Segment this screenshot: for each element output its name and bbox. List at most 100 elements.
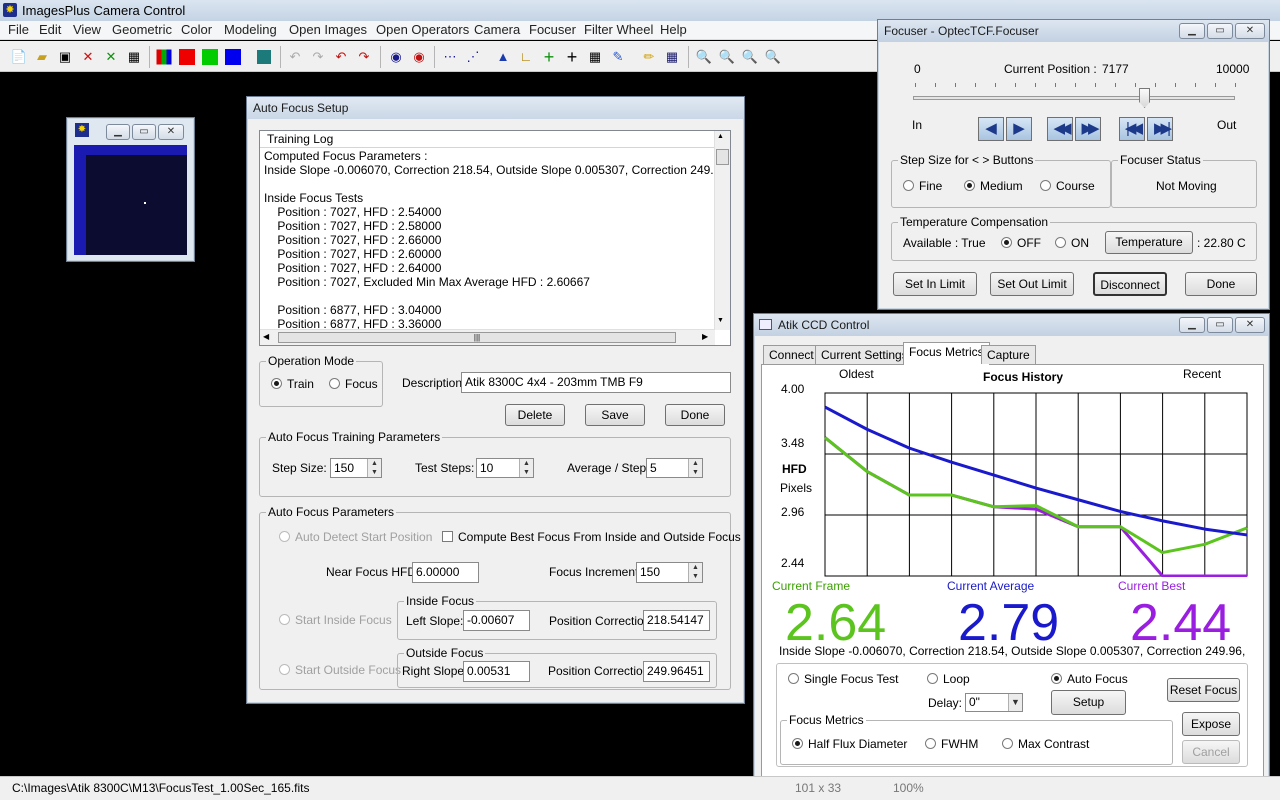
temp-on-radio[interactable]: ON	[1055, 236, 1089, 250]
full-left-button[interactable]: |◀◀	[1119, 117, 1145, 141]
matrix-icon[interactable]: ▦	[585, 47, 605, 67]
undo-icon[interactable]: ↶	[331, 47, 351, 67]
image-canvas[interactable]	[74, 145, 187, 255]
open-folder-icon[interactable]: ▰	[32, 47, 52, 67]
menu-color[interactable]: Color	[181, 22, 212, 38]
paint-icon[interactable]: ✎	[608, 47, 628, 67]
step-left-button[interactable]: ◀	[978, 117, 1004, 141]
rgb-channels-icon[interactable]	[156, 49, 172, 65]
delay-select[interactable]: 0" ▼	[965, 693, 1023, 712]
temp-off-radio[interactable]: OFF	[1001, 236, 1041, 250]
calculator-icon[interactable]: ▦	[124, 47, 144, 67]
expose-button[interactable]: Expose	[1182, 712, 1240, 736]
step-right-button[interactable]: ▶	[1006, 117, 1032, 141]
tab-connect[interactable]: Connect	[763, 345, 820, 364]
tab-focus-metrics[interactable]: Focus Metrics	[903, 342, 990, 365]
log-scroll-thumb[interactable]	[716, 149, 729, 165]
log-hscroll-thumb[interactable]: |||	[278, 332, 676, 343]
redo-icon[interactable]: ↷	[354, 47, 374, 67]
maximize-icon[interactable]: ▭	[1207, 23, 1233, 39]
save-icon[interactable]: ▣	[55, 47, 75, 67]
redo-gray-icon[interactable]: ↷	[308, 47, 328, 67]
log-vscrollbar[interactable]: ▲ ▼	[714, 131, 730, 330]
histogram-icon[interactable]: ▲	[493, 47, 513, 67]
average-step-input[interactable]: 5 ▲ ▼	[646, 458, 703, 478]
done-button[interactable]: Done	[665, 404, 725, 426]
minimize-icon[interactable]: ▁	[106, 124, 130, 140]
zoom-in-icon[interactable]: 🔍	[694, 47, 714, 67]
menu-open-operators[interactable]: Open Operators	[376, 22, 469, 38]
image-thumbnail-window[interactable]: ✸ ▁ ▭ ✕	[66, 117, 195, 262]
menu-geometric[interactable]: Geometric	[112, 22, 172, 38]
maximize-icon[interactable]: ▭	[1207, 317, 1233, 333]
fast-right-button[interactable]: ▶▶	[1075, 117, 1101, 141]
reset-focus-button[interactable]: Reset Focus	[1167, 678, 1240, 702]
menu-open-images[interactable]: Open Images	[289, 22, 367, 38]
auto-focus-radio[interactable]: Auto Focus	[1051, 672, 1128, 686]
menu-focuser[interactable]: Focuser	[529, 22, 576, 38]
inside-position-correction-input[interactable]: 218.54147	[643, 610, 710, 631]
menu-edit[interactable]: Edit	[39, 22, 61, 38]
tab-current-settings[interactable]: Current Settings	[815, 345, 914, 364]
course-radio[interactable]: Course	[1040, 179, 1095, 193]
delete-button[interactable]: Delete	[505, 404, 565, 426]
green-channel-icon[interactable]	[202, 49, 218, 65]
close-green-icon[interactable]: ✕	[101, 47, 121, 67]
new-file-icon[interactable]: 📄	[9, 47, 29, 67]
medium-radio[interactable]: Medium	[964, 179, 1023, 193]
cancel-button[interactable]: Cancel	[1182, 740, 1240, 764]
dots-icon[interactable]: ⋯	[440, 47, 460, 67]
disconnect-button[interactable]: Disconnect	[1093, 272, 1167, 296]
auto-detect-radio[interactable]: Auto Detect Start Position	[279, 530, 432, 544]
set-out-limit-button[interactable]: Set Out Limit	[990, 272, 1074, 296]
menu-filter-wheel[interactable]: Filter Wheel	[584, 22, 653, 38]
close-icon[interactable]: ✕	[158, 124, 184, 140]
set-in-limit-button[interactable]: Set In Limit	[893, 272, 977, 296]
undo-gray-icon[interactable]: ↶	[285, 47, 305, 67]
close-icon[interactable]: ✕	[1235, 317, 1265, 333]
description-input[interactable]: Atik 8300C 4x4 - 203mm TMB F9	[461, 372, 731, 393]
max-contrast-radio[interactable]: Max Contrast	[1002, 737, 1089, 751]
record-2-icon[interactable]: ◉	[409, 47, 429, 67]
curves-icon[interactable]: ∟	[516, 47, 536, 67]
grid-icon[interactable]	[257, 50, 271, 64]
compute-best-checkbox[interactable]: Compute Best Focus From Inside and Outsi…	[442, 530, 741, 544]
menu-file[interactable]: File	[8, 22, 29, 38]
focus-radio[interactable]: Focus	[329, 377, 378, 391]
zoom-actual-icon[interactable]: 🔍	[763, 47, 783, 67]
save-button[interactable]: Save	[585, 404, 645, 426]
tab-capture[interactable]: Capture	[981, 345, 1036, 364]
close-red-icon[interactable]: ✕	[78, 47, 98, 67]
position-slider-track[interactable]	[913, 96, 1235, 100]
blue-channel-icon[interactable]	[225, 49, 241, 65]
focus-increment-input[interactable]: 150 ▲ ▼	[636, 562, 703, 583]
test-steps-input[interactable]: 10 ▲ ▼	[476, 458, 534, 478]
start-inside-radio[interactable]: Start Inside Focus	[279, 613, 392, 627]
start-outside-radio[interactable]: Start Outside Focus	[279, 663, 401, 677]
setup-button[interactable]: Setup	[1051, 690, 1126, 715]
plot-icon[interactable]: ⋰	[463, 47, 483, 67]
red-channel-icon[interactable]	[179, 49, 195, 65]
training-log[interactable]: Training Log Computed Focus Parameters :…	[259, 130, 731, 346]
zoom-out-icon[interactable]: 🔍	[717, 47, 737, 67]
loop-radio[interactable]: Loop	[927, 672, 970, 686]
minimize-icon[interactable]: ▁	[1179, 23, 1205, 39]
log-hscrollbar[interactable]: ◀ ||| ▶	[260, 329, 715, 345]
near-focus-input[interactable]: 6.00000	[412, 562, 479, 583]
step-size-input[interactable]: 150 ▲ ▼	[330, 458, 382, 478]
table-icon[interactable]: ▦	[662, 47, 682, 67]
pencil-icon[interactable]: ✏	[639, 47, 659, 67]
maximize-icon[interactable]: ▭	[132, 124, 156, 140]
outside-position-correction-input[interactable]: 249.96451	[643, 661, 710, 682]
train-radio[interactable]: Train	[271, 377, 314, 391]
fast-left-button[interactable]: ◀◀	[1047, 117, 1073, 141]
close-icon[interactable]: ✕	[1235, 23, 1265, 39]
menu-camera[interactable]: Camera	[474, 22, 520, 38]
single-focus-test-radio[interactable]: Single Focus Test	[788, 672, 899, 686]
zoom-fit-icon[interactable]: 🔍	[740, 47, 760, 67]
record-icon[interactable]: ◉	[386, 47, 406, 67]
menu-modeling[interactable]: Modeling	[224, 22, 277, 38]
crosshair-green-icon[interactable]: +	[539, 47, 559, 67]
fine-radio[interactable]: Fine	[903, 179, 942, 193]
fwhm-radio[interactable]: FWHM	[925, 737, 978, 751]
